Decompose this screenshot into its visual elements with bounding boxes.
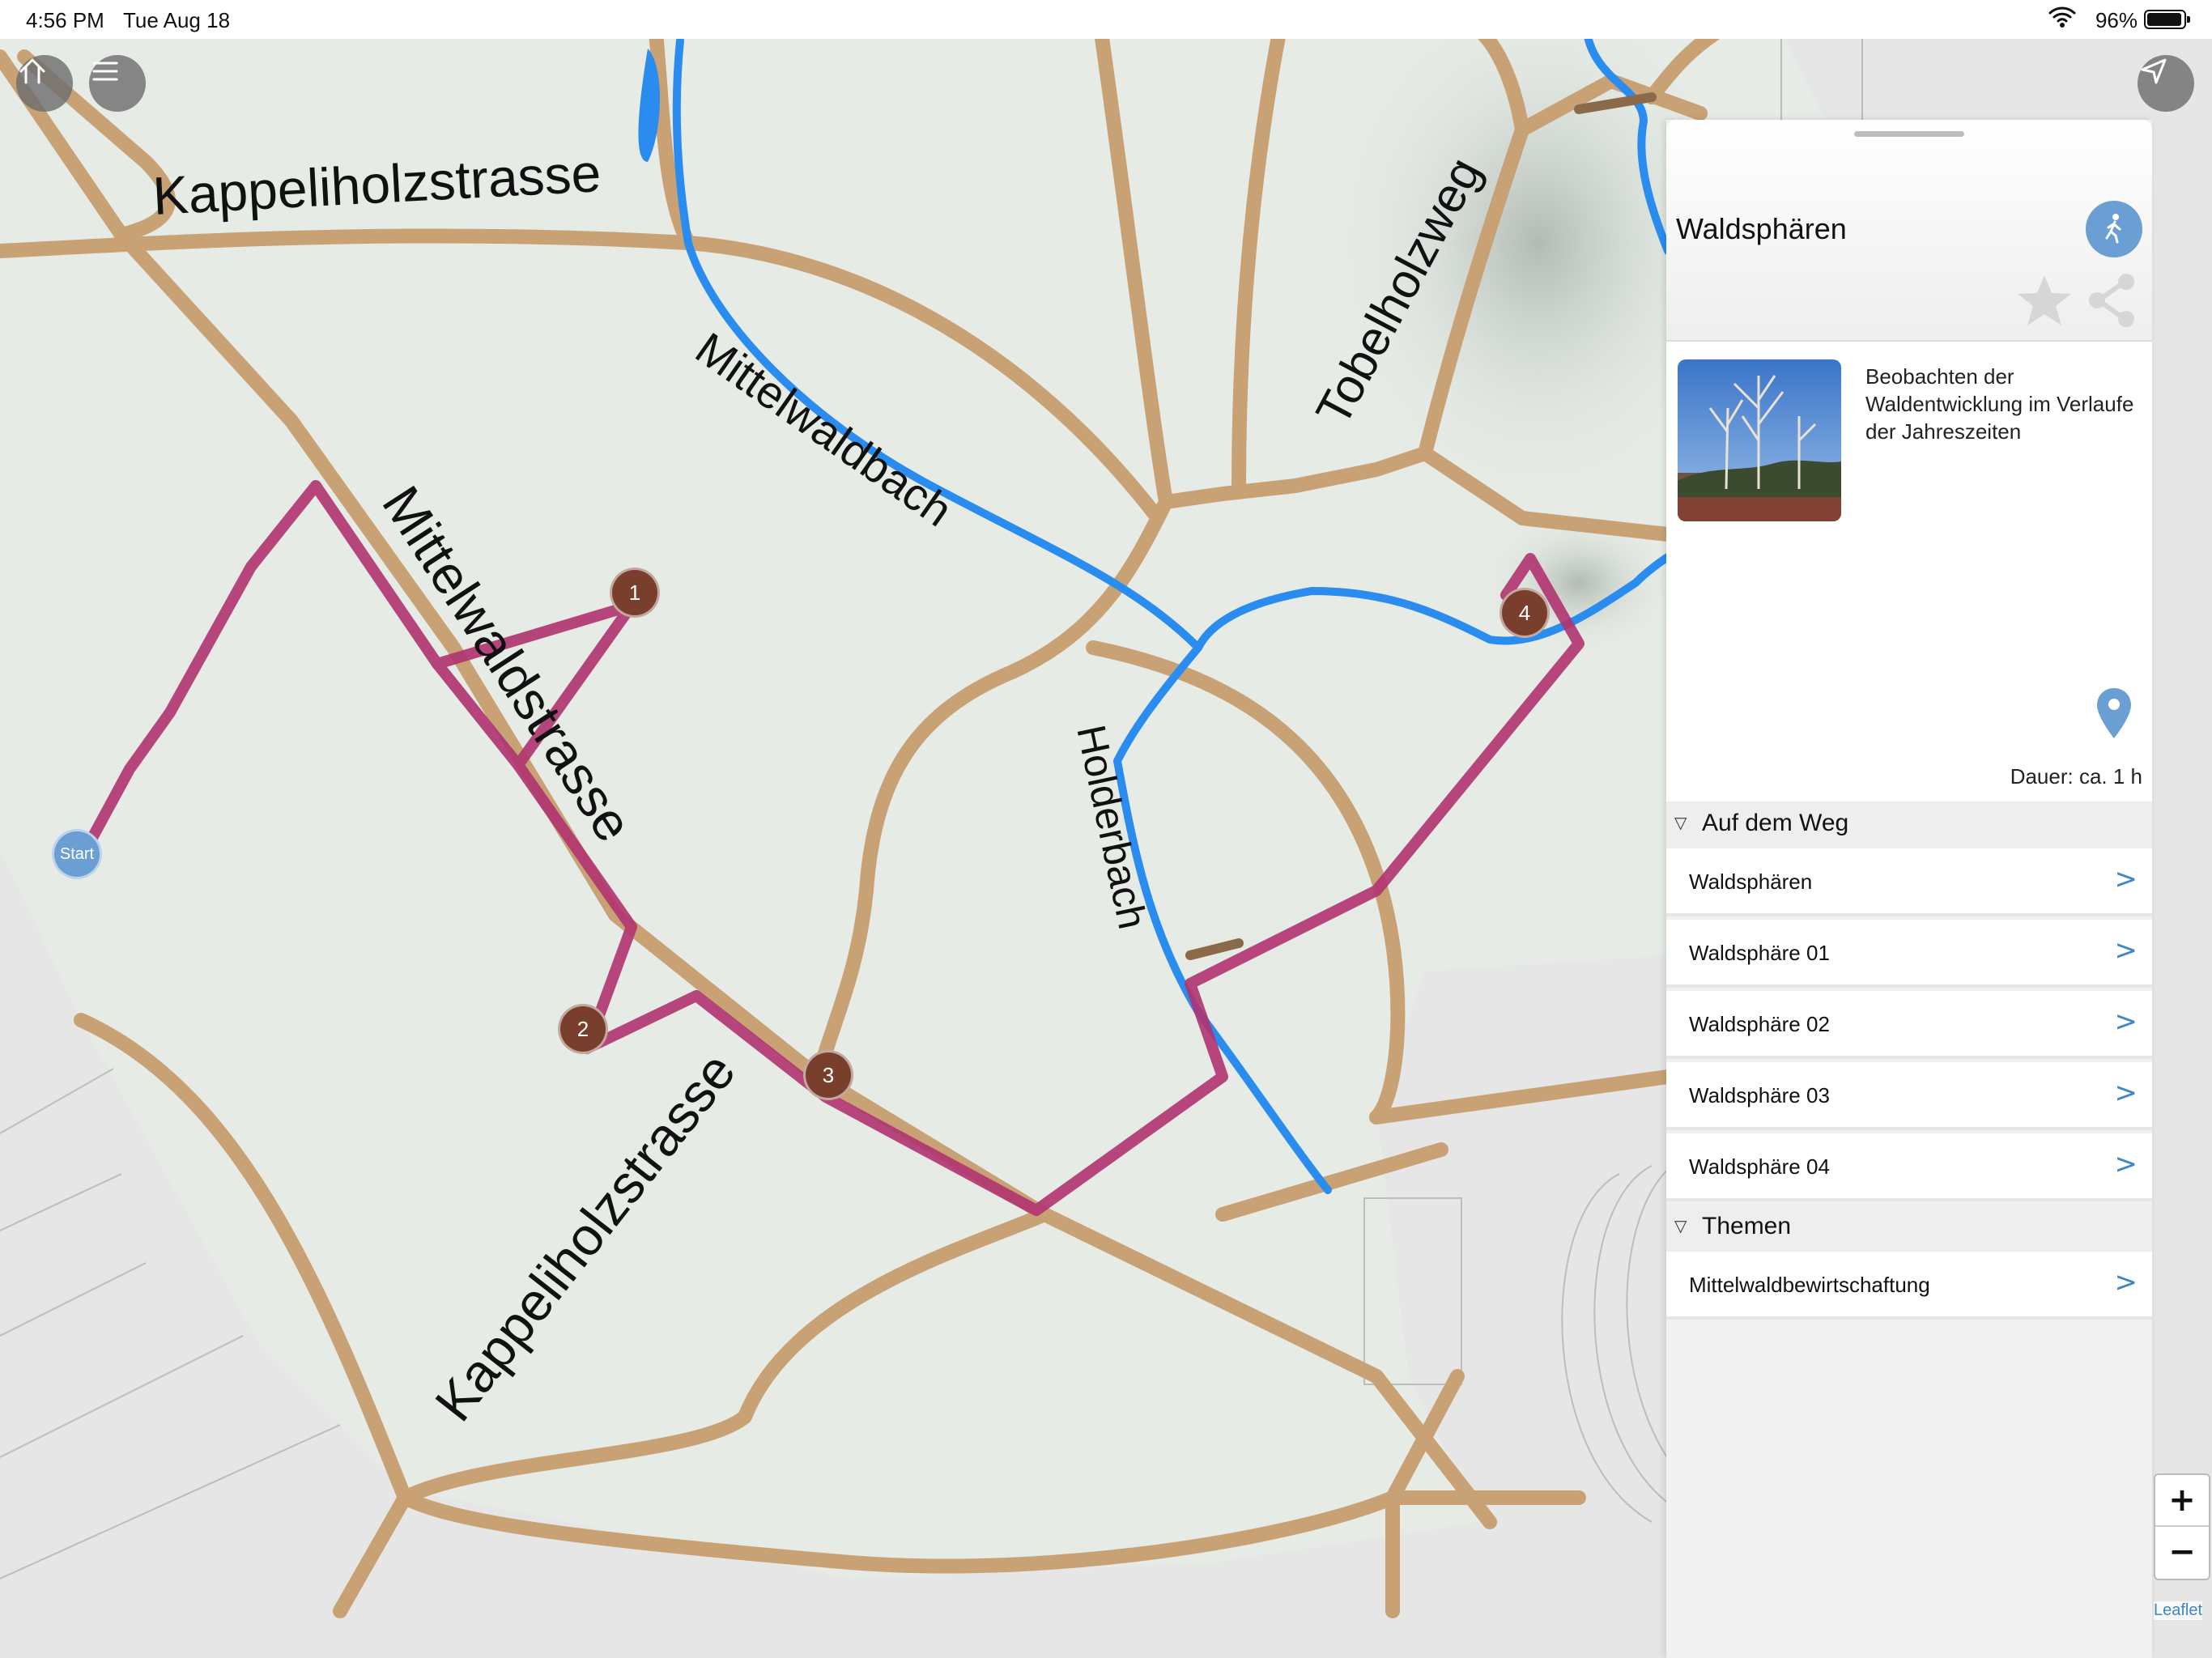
list-item[interactable]: Waldsphäre 03 > <box>1666 1062 2152 1130</box>
tour-photo[interactable] <box>1678 359 1841 521</box>
zoom-control: + − <box>2154 1473 2210 1580</box>
status-bar: 4:56 PM Tue Aug 18 96% <box>0 0 2212 39</box>
route-marker-2[interactable]: 2 <box>558 1004 608 1054</box>
home-button[interactable] <box>16 55 73 112</box>
list-item[interactable]: Waldsphären > <box>1666 848 2152 916</box>
zoom-out-button[interactable]: − <box>2155 1527 2209 1577</box>
tour-duration: Dauer: ca. 1 h <box>2010 764 2142 789</box>
hamburger-menu-icon <box>92 62 118 81</box>
tour-info: Beobachten der Waldentwicklung im Verlau… <box>1666 342 2152 801</box>
chevron-right-icon: > <box>2114 1148 2138 1180</box>
wifi-icon <box>2048 5 2076 35</box>
list-item-label: Waldsphäre 03 <box>1689 1083 1830 1107</box>
collapse-toggle-icon: ▽ <box>1674 814 1687 832</box>
battery-fill <box>2147 13 2182 26</box>
panel-title: Waldsphären <box>1676 212 1847 245</box>
section-title: Themen <box>1702 1213 1792 1239</box>
list-item[interactable]: Waldsphäre 04 > <box>1666 1133 2152 1201</box>
collapse-toggle-icon: ▽ <box>1674 1218 1687 1235</box>
tour-panel: Waldsphären Beobachten der Waldentwicklu… <box>1666 120 2152 1658</box>
list-item[interactable]: Mittelwaldbewirtschaftung > <box>1666 1252 2152 1320</box>
chevron-right-icon: > <box>2114 863 2138 895</box>
list-item[interactable]: Waldsphäre 02 > <box>1666 991 2152 1059</box>
section-header-themen[interactable]: ▽ Themen <box>1666 1205 2152 1252</box>
battery-percent: 96% <box>2095 8 2138 32</box>
tour-description: Beobachten der Waldentwicklung im Verlau… <box>1865 364 2134 444</box>
panel-grabber[interactable] <box>1854 131 1964 137</box>
map-pin-icon[interactable] <box>2095 687 2133 740</box>
list-item-label: Waldsphären <box>1689 869 1813 894</box>
list-item-label: Waldsphäre 04 <box>1689 1154 1830 1179</box>
panel-header: Waldsphären <box>1666 120 2152 342</box>
pedestrian-icon <box>2105 214 2121 244</box>
share-icon[interactable] <box>2086 272 2139 329</box>
home-icon <box>19 58 45 84</box>
menu-button[interactable] <box>89 55 146 112</box>
map-attribution-link[interactable]: Leaflet <box>2154 1601 2203 1620</box>
battery-icon <box>2144 10 2190 29</box>
chevron-right-icon: > <box>2114 934 2138 967</box>
status-time: 4:56 PM <box>26 8 104 32</box>
chevron-right-icon: > <box>2114 1005 2138 1038</box>
section-header-auf-dem-weg[interactable]: ▽ Auf dem Weg <box>1666 801 2152 848</box>
route-marker-start[interactable]: Start <box>52 829 102 879</box>
chevron-right-icon: > <box>2114 1266 2138 1299</box>
section-title: Auf dem Weg <box>1702 810 1849 836</box>
locate-button[interactable] <box>2138 55 2194 112</box>
favorite-star-icon[interactable] <box>2016 274 2073 327</box>
route-marker-4[interactable]: 4 <box>1499 588 1550 638</box>
status-date: Tue Aug 18 <box>123 8 231 32</box>
zoom-in-button[interactable]: + <box>2155 1475 2209 1527</box>
list-item-label: Waldsphäre 02 <box>1689 1012 1830 1036</box>
list-item-label: Mittelwaldbewirtschaftung <box>1689 1273 1930 1297</box>
chevron-right-icon: > <box>2114 1077 2138 1109</box>
list-item[interactable]: Waldsphäre 01 > <box>1666 920 2152 988</box>
forest-photo <box>1678 359 1841 521</box>
route-marker-3[interactable]: 3 <box>803 1050 853 1100</box>
route-marker-1[interactable]: 1 <box>610 568 660 618</box>
location-arrow-icon <box>2141 58 2167 84</box>
start-walk-button[interactable] <box>2086 201 2142 257</box>
list-item-label: Waldsphäre 01 <box>1689 941 1830 965</box>
